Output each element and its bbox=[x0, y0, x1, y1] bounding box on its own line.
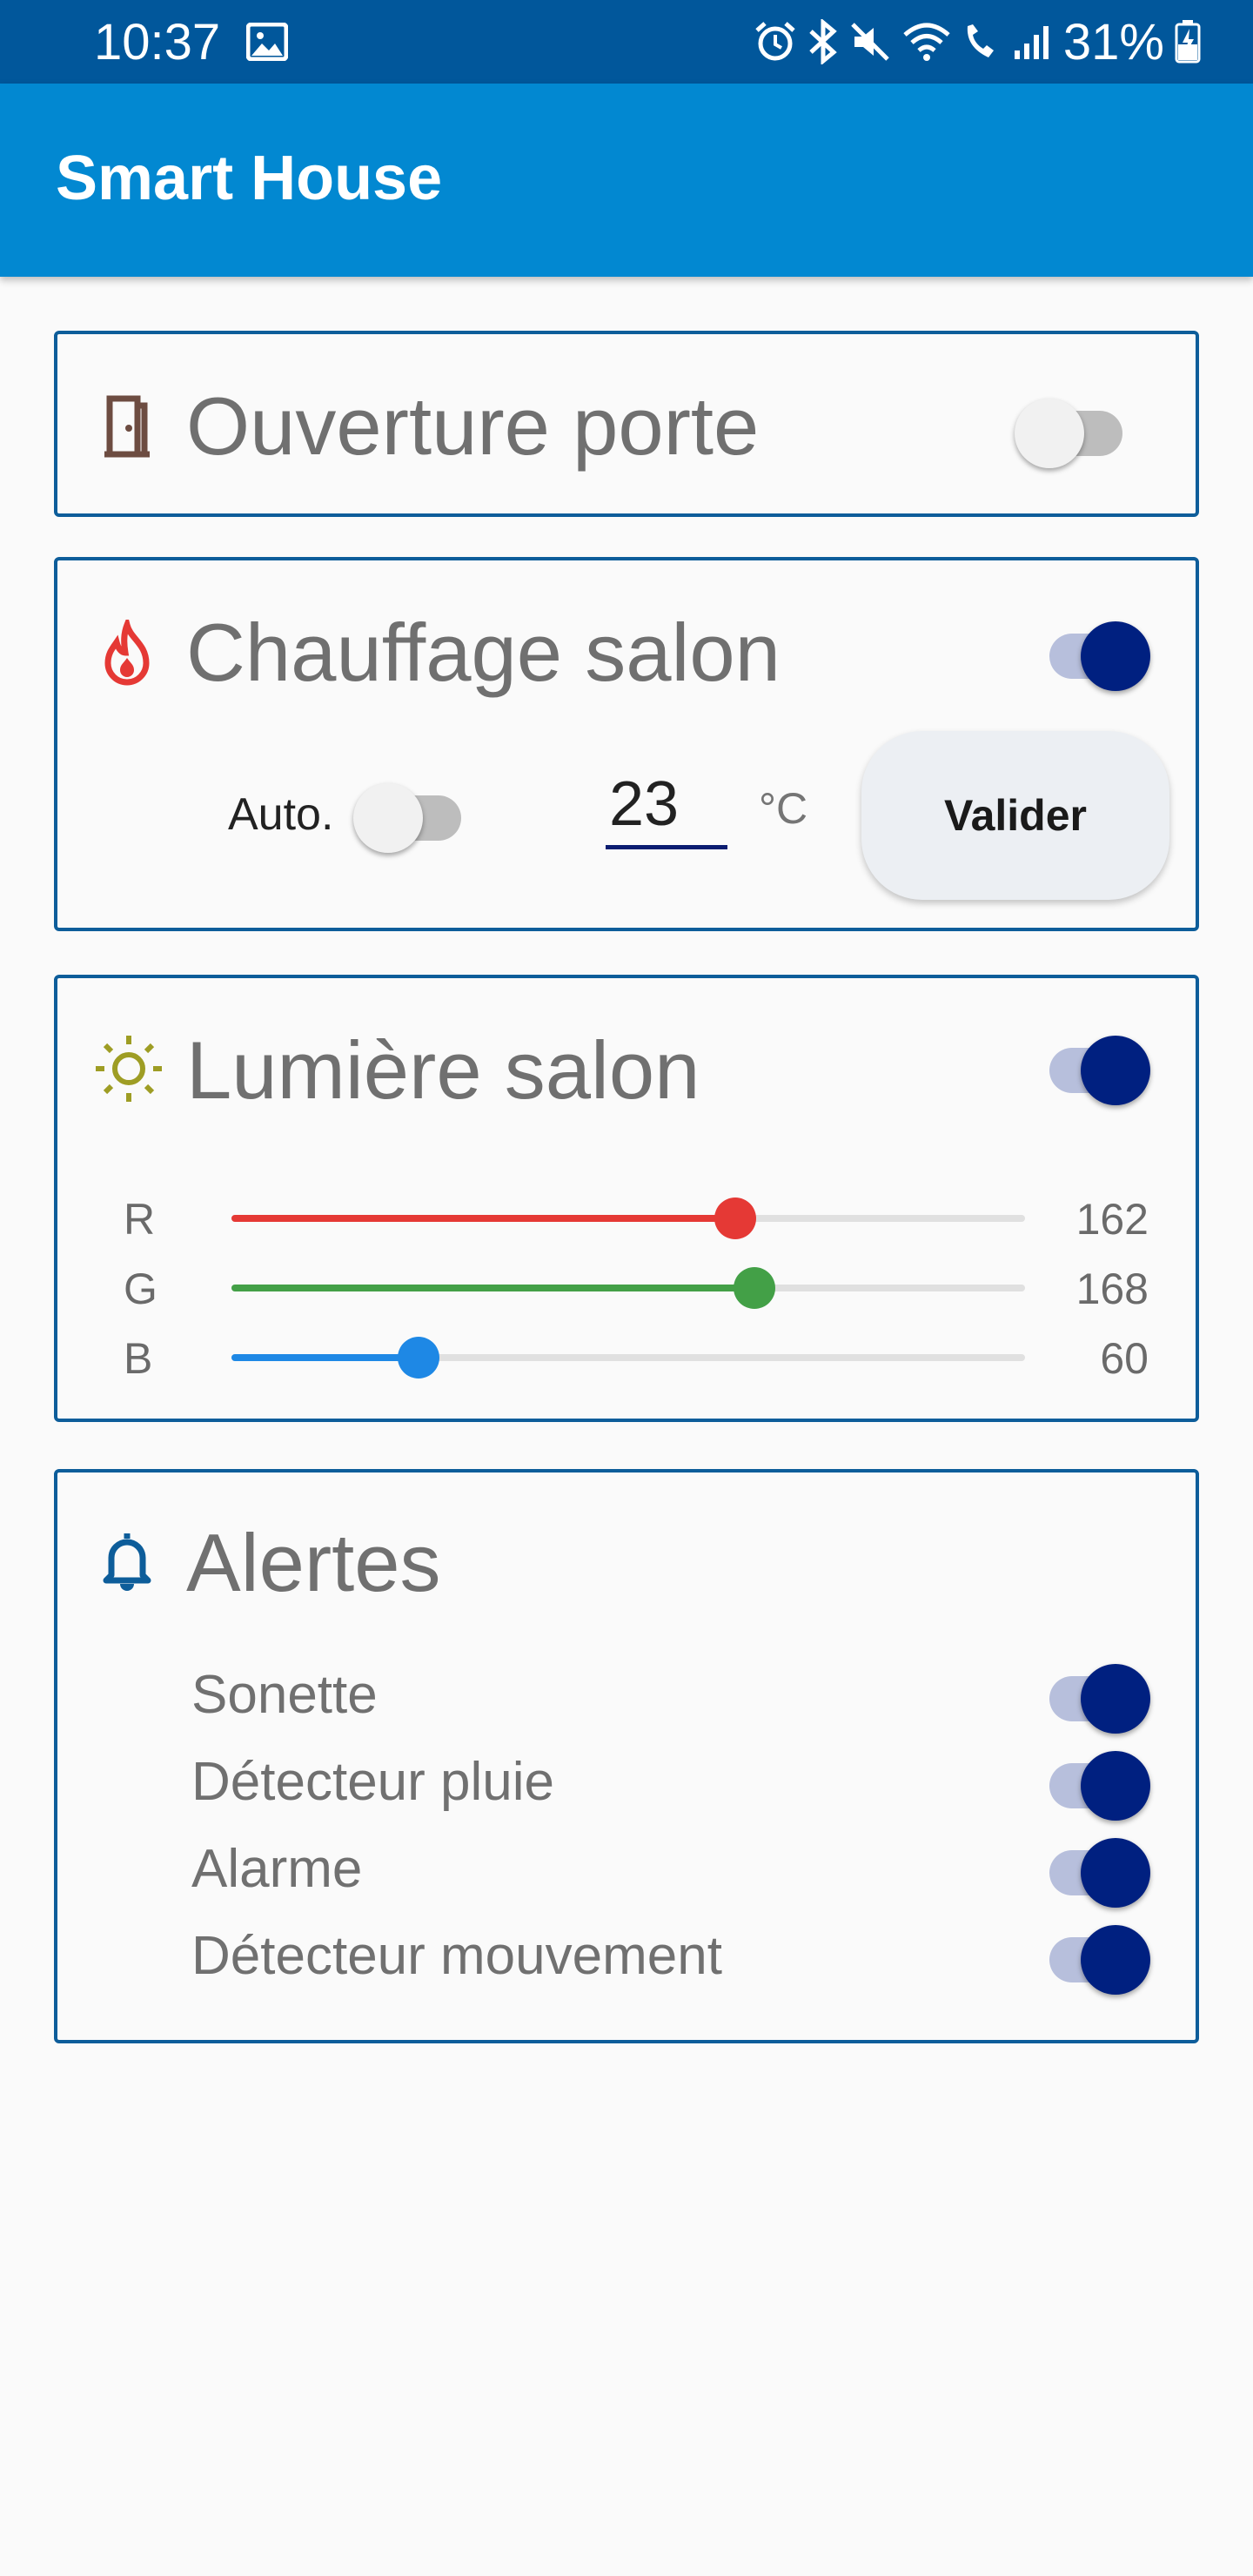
alert-row: Détecteur pluie bbox=[57, 1735, 1196, 1822]
alert-label: Détecteur mouvement bbox=[191, 1926, 722, 1986]
slider-thumb[interactable] bbox=[397, 1337, 439, 1379]
color-slider[interactable] bbox=[231, 1197, 1025, 1239]
sun-icon bbox=[92, 1032, 162, 1102]
door-card: Ouverture porte bbox=[54, 331, 1199, 517]
alerts-title: Alertes bbox=[186, 1517, 441, 1608]
alert-toggle[interactable] bbox=[1037, 1916, 1150, 1995]
door-toggle[interactable] bbox=[1015, 390, 1128, 468]
alert-toggle[interactable] bbox=[1037, 1655, 1150, 1734]
alert-row: Sonette bbox=[57, 1648, 1196, 1735]
slider-label: B bbox=[124, 1334, 153, 1383]
slider-value: 60 bbox=[1100, 1334, 1149, 1383]
slider-label: R bbox=[124, 1195, 156, 1244]
color-slider[interactable] bbox=[231, 1267, 1025, 1309]
door-icon bbox=[92, 392, 162, 461]
alert-row: Alarme bbox=[57, 1822, 1196, 1909]
heating-title: Chauffage salon bbox=[186, 607, 781, 698]
status-bar: 10:37 31% bbox=[0, 0, 1253, 84]
temperature-unit: °C bbox=[759, 784, 808, 833]
bluetooth-icon bbox=[807, 19, 839, 64]
slider-label: G bbox=[124, 1265, 157, 1313]
slider-row-b: B 60 bbox=[57, 1323, 1196, 1392]
alert-label: Détecteur pluie bbox=[191, 1752, 555, 1812]
door-toggle-thumb bbox=[1015, 399, 1084, 468]
slider-value: 168 bbox=[1075, 1265, 1149, 1313]
image-icon bbox=[246, 23, 289, 61]
alert-toggle[interactable] bbox=[1037, 1829, 1150, 1908]
alert-toggle-thumb bbox=[1081, 1751, 1150, 1821]
light-card: Lumière salon R 162 G 168 B 60 bbox=[54, 975, 1199, 1422]
heating-toggle-thumb bbox=[1081, 621, 1150, 691]
light-toggle-thumb bbox=[1081, 1036, 1150, 1105]
auto-toggle-thumb bbox=[353, 783, 423, 853]
slider-row-g: G 168 bbox=[57, 1253, 1196, 1323]
slider-fill bbox=[231, 1285, 754, 1291]
app-bar: Smart House bbox=[0, 84, 1253, 277]
auto-toggle[interactable] bbox=[353, 775, 466, 853]
alert-row: Détecteur mouvement bbox=[57, 1909, 1196, 1996]
wifi-icon bbox=[901, 21, 952, 63]
slider-thumb[interactable] bbox=[733, 1267, 775, 1309]
heating-card: Chauffage salon Auto. 23 °C Valider bbox=[54, 557, 1199, 931]
bell-icon bbox=[92, 1526, 162, 1596]
heating-toggle[interactable] bbox=[1037, 613, 1150, 691]
battery-charging-icon bbox=[1175, 20, 1201, 64]
temperature-input[interactable]: 23 bbox=[606, 762, 727, 849]
alert-toggle-thumb bbox=[1081, 1838, 1150, 1908]
auto-label: Auto. bbox=[228, 789, 334, 840]
light-title: Lumière salon bbox=[186, 1024, 700, 1116]
alert-toggle-thumb bbox=[1081, 1664, 1150, 1734]
slider-fill bbox=[231, 1215, 736, 1222]
door-title: Ouverture porte bbox=[186, 380, 760, 472]
validate-button[interactable]: Valider bbox=[861, 731, 1169, 900]
alert-label: Alarme bbox=[191, 1839, 363, 1899]
slider-fill bbox=[231, 1354, 419, 1361]
wifi-calling-icon bbox=[962, 21, 1001, 63]
mute-icon bbox=[849, 21, 891, 63]
app-title: Smart House bbox=[56, 144, 443, 213]
light-toggle[interactable] bbox=[1037, 1027, 1150, 1105]
slider-value: 162 bbox=[1075, 1195, 1149, 1244]
alert-label: Sonette bbox=[191, 1665, 378, 1725]
signal-icon bbox=[1011, 21, 1053, 63]
status-time: 10:37 bbox=[94, 13, 221, 70]
alert-toggle[interactable] bbox=[1037, 1742, 1150, 1821]
fire-icon bbox=[92, 614, 162, 689]
color-slider[interactable] bbox=[231, 1337, 1025, 1379]
slider-thumb[interactable] bbox=[714, 1197, 757, 1239]
battery-text: 31% bbox=[1062, 13, 1164, 70]
alerts-card: Alertes Sonette Détecteur pluie Alarme Déte… bbox=[54, 1469, 1199, 2043]
alert-toggle-thumb bbox=[1081, 1925, 1150, 1995]
slider-row-r: R 162 bbox=[57, 1184, 1196, 1253]
alarm-icon bbox=[754, 20, 797, 64]
